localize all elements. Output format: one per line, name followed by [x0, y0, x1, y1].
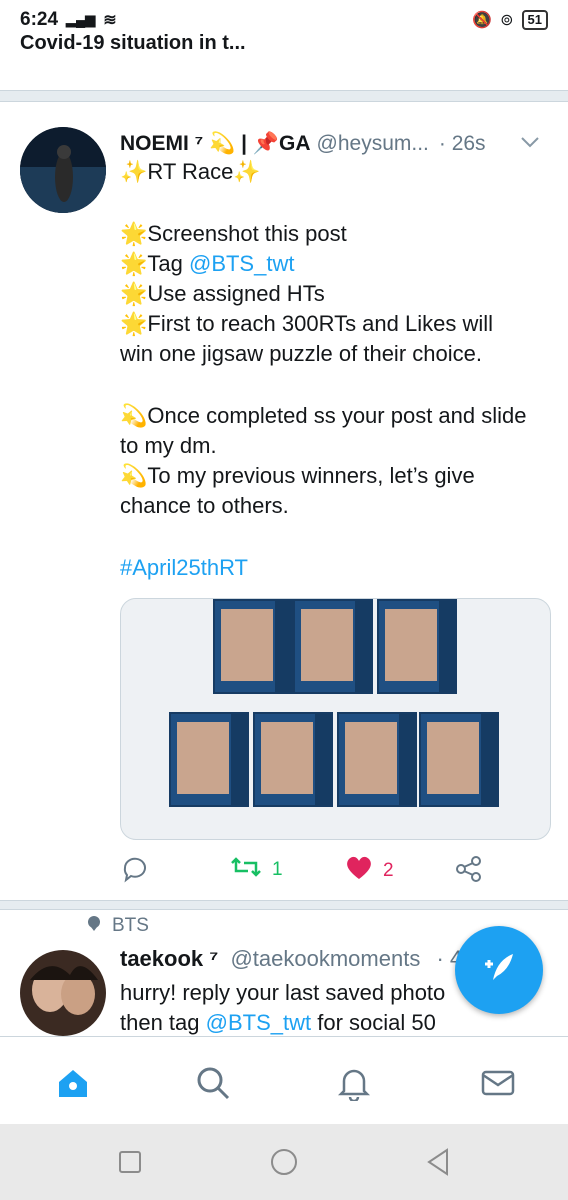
tweet-line: 🌟Screenshot this post — [120, 221, 347, 246]
topic-label: BTS — [112, 915, 149, 936]
lock-rotation-icon: ⊚ — [500, 12, 514, 29]
hashtag-link[interactable]: #April25thRT — [120, 553, 530, 583]
mute-icon: 🔕 — [472, 12, 493, 29]
reply-button[interactable] — [120, 855, 150, 891]
mention-link[interactable]: @BTS_twt — [189, 251, 294, 276]
battery-indicator: 51 — [521, 10, 548, 30]
tweet-line: 💫Once completed ss your post and slide t… — [120, 403, 527, 458]
tweet-line: 💫To my previous winners, let’s give chan… — [120, 463, 475, 518]
avatar[interactable] — [20, 950, 106, 1036]
system-nav-bar — [0, 1124, 568, 1200]
share-icon — [455, 855, 483, 889]
retweet-count: 1 — [272, 859, 283, 880]
reply-icon — [120, 855, 150, 891]
tweet-line-tag: 🌟Tag @BTS_twt — [120, 251, 295, 276]
compose-feather-icon — [479, 946, 519, 995]
tweet-line: ✨RT Race✨ — [120, 159, 261, 184]
back-icon[interactable] — [425, 1148, 451, 1181]
tweet-author-handle[interactable]: @taekookmoments — [230, 946, 420, 971]
tweet-author-name[interactable]: taekook ⁷ — [120, 946, 218, 971]
topic-icon — [86, 915, 102, 937]
tweet-actions: 1 2 — [120, 855, 550, 887]
heart-icon — [345, 855, 373, 887]
topic-context[interactable]: BTS — [86, 915, 149, 937]
previous-tweet-text[interactable]: Covid-19 situation in t... — [20, 32, 246, 54]
tweet-line: then tag @BTS_twt for social 50 — [120, 1010, 436, 1035]
tweet-media-image[interactable] — [120, 598, 551, 840]
compose-tweet-button[interactable] — [455, 926, 543, 1014]
tweet-body: ✨RT Race✨ 🌟Screenshot this post 🌟Tag @BT… — [120, 157, 530, 583]
tweet-header: NOEMI ⁷ 💫 | 📌GA @heysum... · 26s — [120, 128, 550, 160]
tweet-author-name[interactable]: NOEMI ⁷ 💫 | 📌GA — [120, 132, 311, 156]
search-icon[interactable] — [195, 1065, 231, 1106]
tweet-line: 🌟First to reach 300RTs and Likes will wi… — [120, 311, 494, 366]
signal-icon: ▂▄▆ — [66, 12, 96, 27]
status-time: 6:24 — [20, 9, 59, 30]
share-button[interactable] — [455, 855, 483, 889]
retweet-button[interactable]: 1 — [230, 855, 283, 885]
retweet-icon — [230, 855, 262, 885]
tweet-timestamp: · 26s — [438, 132, 486, 155]
like-count: 2 — [383, 860, 394, 881]
bottom-nav — [0, 1036, 568, 1125]
chevron-down-icon[interactable] — [520, 132, 540, 153]
mention-link[interactable]: @BTS_twt — [206, 1010, 311, 1035]
wifi-icon: ≋ — [103, 12, 117, 29]
divider — [0, 90, 568, 102]
divider — [0, 900, 568, 910]
home-circle-icon[interactable] — [270, 1148, 298, 1181]
messages-mail-icon[interactable] — [480, 1065, 516, 1106]
recent-apps-icon[interactable] — [118, 1150, 142, 1179]
tweet-author-handle[interactable]: @heysum... — [317, 132, 429, 156]
home-icon[interactable] — [55, 1065, 91, 1106]
avatar[interactable] — [20, 127, 106, 213]
like-button[interactable]: 2 — [345, 855, 394, 887]
tweet-line: 🌟Use assigned HTs — [120, 281, 325, 306]
notifications-bell-icon[interactable] — [336, 1065, 372, 1106]
